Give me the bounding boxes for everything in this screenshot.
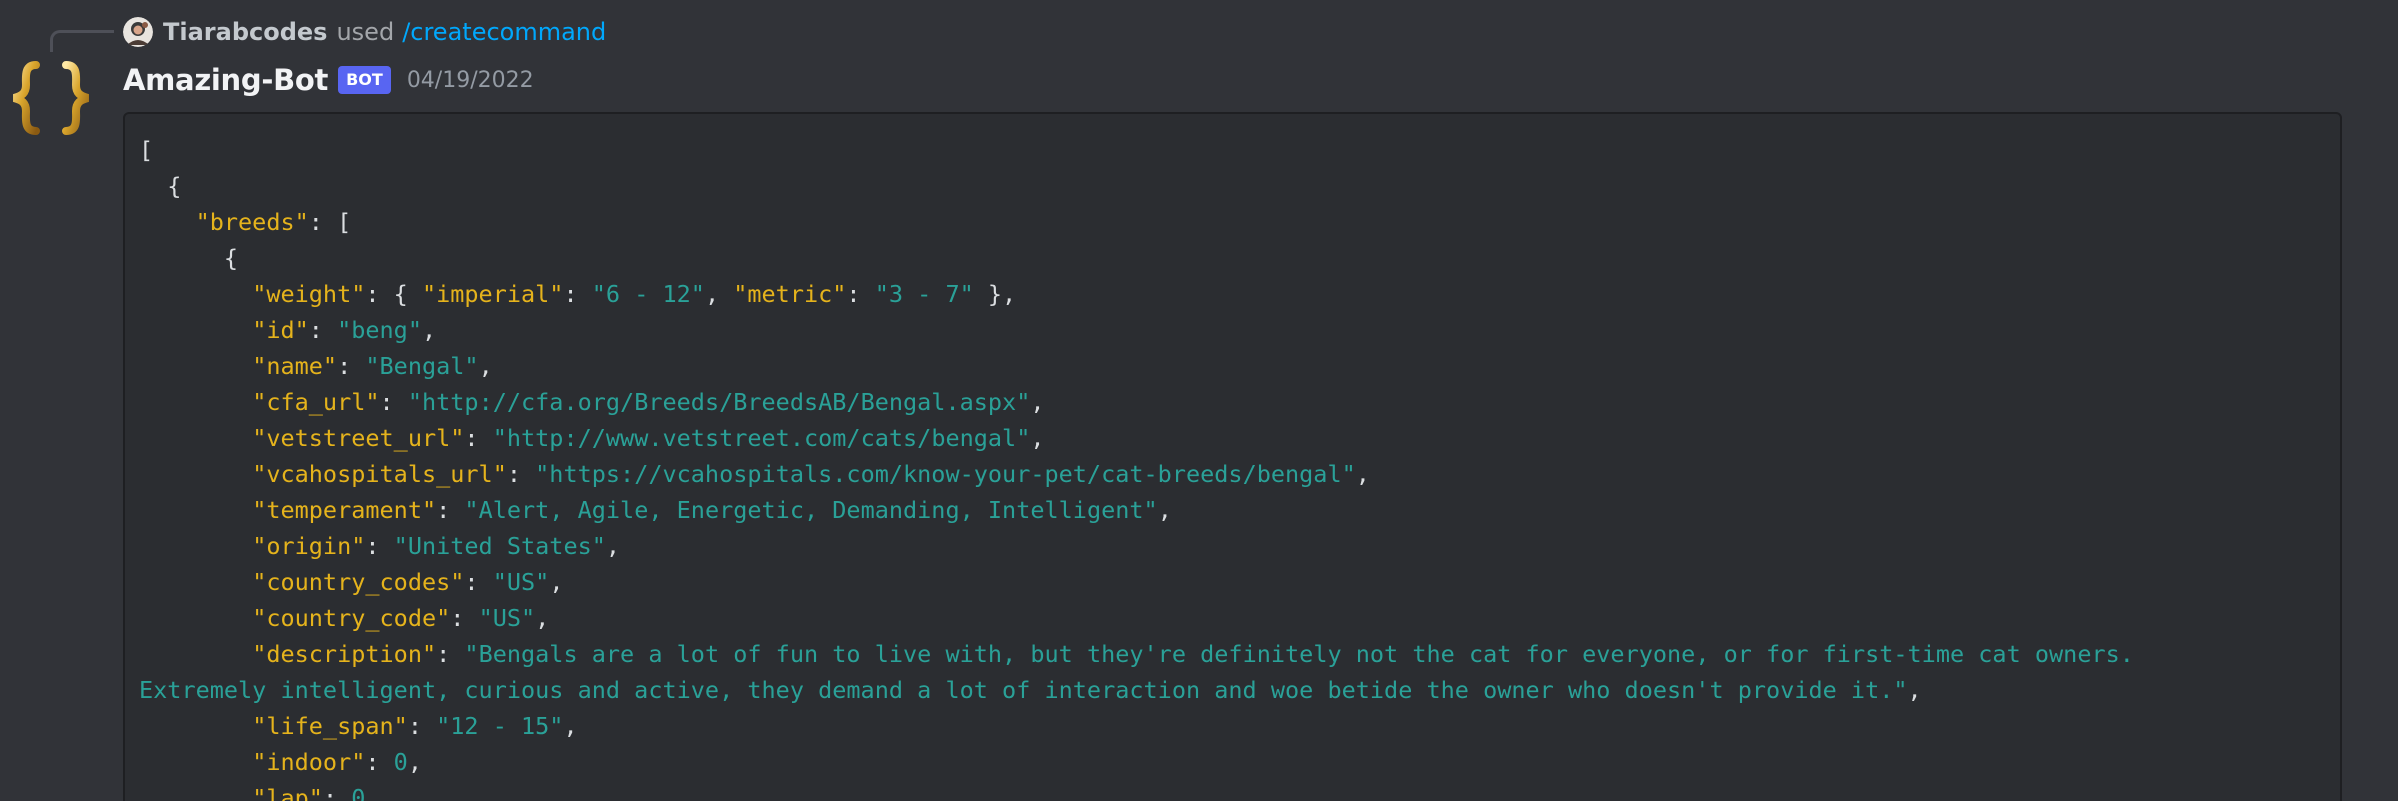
json-key: "country_code" — [252, 604, 451, 632]
json-punctuation: , — [549, 568, 564, 596]
json-code: [ { "breeds": [ { "weight": { "imperial"… — [139, 132, 2326, 801]
json-key: "origin" — [252, 532, 366, 560]
json-key: "vetstreet_url" — [252, 424, 465, 452]
code-line: "life_span": "12 - 15", — [139, 712, 578, 740]
json-punctuation: , — [535, 604, 550, 632]
json-key: "weight" — [252, 280, 366, 308]
json-punctuation: : — [407, 712, 437, 740]
reply-used-label: used — [336, 18, 395, 46]
json-string: "3 - 7" — [874, 280, 974, 308]
json-punctuation: : — [464, 424, 493, 452]
json-punctuation: : — [436, 640, 465, 668]
code-line: { — [167, 172, 182, 200]
code-line: "country_codes": "US", — [139, 568, 563, 596]
json-punctuation: : — [563, 280, 592, 308]
code-line: "cfa_url": "http://cfa.org/Breeds/Breeds… — [139, 388, 1045, 416]
json-punctuation: : — [308, 316, 338, 344]
json-punctuation: : — [846, 280, 875, 308]
json-string: "US" — [478, 604, 536, 632]
json-key: "life_span" — [252, 712, 408, 740]
json-string: "http://cfa.org/Breeds/BreedsAB/Bengal.a… — [407, 388, 1031, 416]
json-number: 0 — [351, 784, 366, 801]
json-punctuation: : — [506, 460, 536, 488]
json-punctuation: : { — [365, 280, 422, 308]
code-line: "weight": { "imperial": "6 - 12", "metri… — [139, 280, 1016, 308]
json-punctuation: , — [1157, 496, 1172, 524]
json-punctuation: , — [365, 784, 380, 801]
code-line: "vcahospitals_url": "https://vcahospital… — [139, 460, 1370, 488]
json-string: "imperial" — [421, 280, 564, 308]
json-string: "Bengal" — [365, 352, 479, 380]
json-punctuation: , — [1907, 676, 1922, 704]
json-key: "lap" — [252, 784, 323, 801]
message-timestamp[interactable]: 04/19/2022 — [407, 68, 534, 93]
json-punctuation: }, — [973, 280, 1017, 308]
message-header: Amazing-Bot BOT 04/19/2022 — [123, 58, 534, 102]
code-line: { — [223, 244, 239, 272]
json-key: "temperament" — [252, 496, 437, 524]
json-punctuation: , — [478, 352, 493, 380]
json-punctuation: , — [1030, 388, 1045, 416]
json-key: "cfa_url" — [252, 388, 380, 416]
json-punctuation: , — [1355, 460, 1370, 488]
json-punctuation: , — [407, 748, 422, 776]
code-line: "indoor": 0, — [139, 748, 422, 776]
json-punctuation: : — [436, 496, 465, 524]
json-key: "vcahospitals_url" — [252, 460, 507, 488]
json-key: "indoor" — [252, 748, 366, 776]
json-punctuation: : — [450, 604, 479, 632]
json-punctuation: : — [337, 352, 366, 380]
bot-badge: BOT — [338, 66, 391, 94]
curly-braces-icon[interactable] — [8, 55, 94, 141]
json-punctuation: , — [704, 280, 734, 308]
code-line: "vetstreet_url": "http://www.vetstreet.c… — [139, 424, 1045, 452]
code-line: "breeds": [ — [195, 208, 352, 236]
json-string: "metric" — [733, 280, 847, 308]
json-punctuation: : — [464, 568, 493, 596]
code-line: "temperament": "Alert, Agile, Energetic,… — [139, 496, 1172, 524]
json-punctuation: , — [1030, 424, 1045, 452]
reply-connector-line — [50, 30, 114, 52]
json-string: "http://www.vetstreet.com/cats/bengal" — [492, 424, 1031, 452]
json-key: "name" — [252, 352, 338, 380]
json-string: "12 - 15" — [436, 712, 564, 740]
replied-command[interactable]: Tiarabcodes used /createcommand — [123, 14, 606, 50]
json-punctuation: : — [379, 388, 408, 416]
json-string: "US" — [492, 568, 550, 596]
json-punctuation: : — [322, 784, 352, 801]
json-string: "https://vcahospitals.com/know-your-pet/… — [535, 460, 1356, 488]
json-string: "beng" — [337, 316, 422, 344]
json-punctuation: , — [563, 712, 578, 740]
json-number: 0 — [393, 748, 408, 776]
code-line: "country_code": "US", — [139, 604, 549, 632]
author-name[interactable]: Amazing-Bot — [123, 63, 328, 97]
json-string: "United States" — [393, 532, 606, 560]
user-avatar-icon[interactable] — [123, 17, 153, 47]
code-line: "name": "Bengal", — [139, 352, 493, 380]
code-block[interactable]: [ { "breeds": [ { "weight": { "imperial"… — [123, 112, 2342, 801]
code-line: "lap": 0, — [139, 784, 380, 801]
json-key: "id" — [252, 316, 309, 344]
code-line: "id": "beng", — [139, 316, 436, 344]
json-key: "description" — [252, 640, 437, 668]
code-line: "description": "Bengals are a lot of fun… — [139, 640, 2134, 704]
code-line: "origin": "United States", — [139, 532, 620, 560]
json-punctuation: : — [365, 748, 394, 776]
json-key: "country_codes" — [252, 568, 465, 596]
json-string: "Alert, Agile, Energetic, Demanding, Int… — [464, 496, 1158, 524]
json-punctuation: , — [421, 316, 437, 344]
json-string: "6 - 12" — [591, 280, 705, 308]
command-name-link[interactable]: /createcommand — [402, 14, 606, 50]
reply-username[interactable]: Tiarabcodes — [163, 14, 327, 50]
code-line: [ — [139, 136, 154, 164]
json-punctuation: : — [365, 532, 394, 560]
json-punctuation: , — [605, 532, 621, 560]
